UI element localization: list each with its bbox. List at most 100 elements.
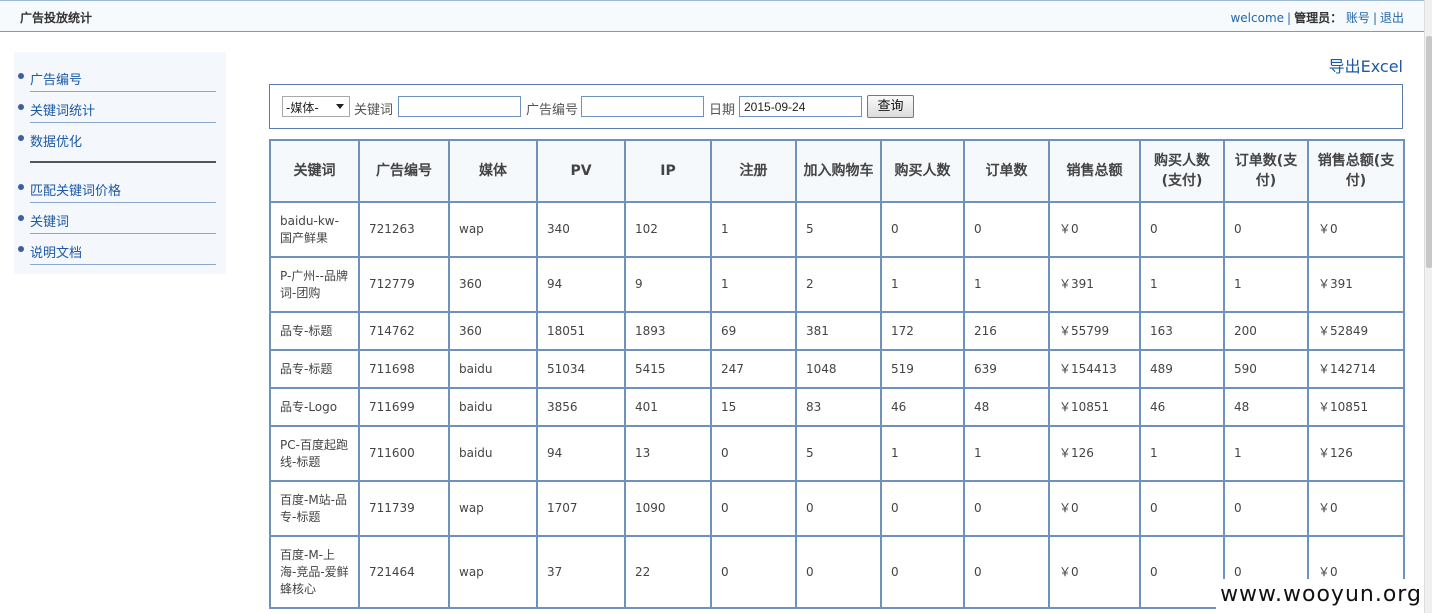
sidebar-item-docs[interactable]: 说明文档 [18, 234, 216, 265]
table-cell: 0 [1223, 480, 1309, 537]
table-cell: 721464 [358, 535, 450, 609]
table-row: 百度-M站-品专-标题 711739 wap 1707 1090 0 0 0 0 ￥0 0 0 ￥0 [269, 480, 1405, 537]
column-header: PV [536, 139, 626, 203]
table-cell: 216 [963, 311, 1050, 351]
table-cell: baidu [448, 387, 538, 427]
table-cell: 9 [624, 256, 712, 313]
sidebar-item-data-optimization[interactable]: 数据优化 [18, 123, 216, 154]
table-cell: ￥0 [1307, 201, 1405, 258]
vertical-scrollbar[interactable] [1424, 0, 1432, 613]
logout-link[interactable]: 退出 [1380, 11, 1404, 25]
welcome-link[interactable]: welcome [1230, 11, 1284, 25]
user-menu: welcome | 管理员： 账号 | 退出 [1230, 9, 1404, 26]
scrollbar-thumb[interactable] [1426, 36, 1432, 268]
table-cell: 0 [710, 480, 797, 537]
sidebar-item-keyword-stats[interactable]: 关键词统计 [18, 92, 216, 123]
table-cell: 2 [795, 256, 882, 313]
export-excel-link[interactable]: 导出Excel [1329, 53, 1403, 77]
table-cell: 712779 [358, 256, 450, 313]
table-cell: 711698 [358, 349, 450, 389]
column-header: 销售总额(支付) [1307, 139, 1405, 203]
table-cell: ￥55799 [1048, 311, 1141, 351]
table-cell: ￥154413 [1048, 349, 1141, 389]
table-cell: 48 [1223, 387, 1309, 427]
table-cell: ￥10851 [1307, 387, 1405, 427]
table-cell: 83 [795, 387, 882, 427]
table-cell: 381 [795, 311, 882, 351]
table-row: baidu-kw-国产鲜果 721263 wap 340 102 1 5 0 0 ￥0 0 0 ￥0 [269, 201, 1405, 258]
ad-id-input[interactable] [581, 96, 704, 117]
table-cell: 340 [536, 201, 626, 258]
table-cell: 1 [1223, 425, 1309, 482]
chevron-down-icon [336, 104, 344, 109]
table-cell: 1048 [795, 349, 882, 389]
table-cell: 0 [963, 201, 1050, 258]
table-cell: 0 [1139, 535, 1225, 609]
table-cell: 360 [448, 311, 538, 351]
table-cell: wap [448, 480, 538, 537]
table-cell: 5415 [624, 349, 712, 389]
bullet-icon [18, 215, 24, 221]
table-cell: ￥142714 [1307, 349, 1405, 389]
table-cell: 百度-M站-品专-标题 [269, 480, 360, 537]
sidebar-item-ad-id[interactable]: 广告编号 [18, 61, 216, 92]
table-cell: 711600 [358, 425, 450, 482]
sidebar-item-label[interactable]: 数据优化 [30, 131, 82, 150]
ad-id-label: 广告编号 [526, 103, 579, 118]
table-row: 品专-Logo 711699 baidu 3856 401 15 83 46 48 ￥10851 4… [269, 387, 1405, 427]
media-select-value: -媒体- [286, 101, 319, 115]
table-cell: 590 [1223, 349, 1309, 389]
role-label: 管理员： [1294, 11, 1343, 25]
media-select[interactable]: -媒体- [282, 96, 350, 117]
table-cell: 0 [963, 535, 1050, 609]
table-cell: 0 [710, 535, 797, 609]
table-cell: 46 [880, 387, 965, 427]
sidebar-item-label[interactable]: 说明文档 [30, 242, 82, 261]
table-cell: ￥0 [1048, 535, 1141, 609]
table-row: PC-百度起跑线-标题 711600 baidu 94 13 0 5 1 1 ￥126 1 1 ￥126 [269, 425, 1405, 482]
table-cell: 5 [795, 201, 882, 258]
date-label: 日期 [709, 103, 736, 118]
table-cell: 1 [1139, 256, 1225, 313]
table-cell: ￥0 [1048, 201, 1141, 258]
sidebar-item-label[interactable]: 广告编号 [30, 69, 82, 88]
sidebar: 广告编号 关键词统计 数据优化 匹配关键词价格 关键词 说明文档 [14, 52, 226, 274]
table-cell: 1 [710, 201, 797, 258]
table-row: 品专-标题 714762 360 18051 1893 69 381 172 216 ￥55799… [269, 311, 1405, 351]
table-cell: 1 [963, 256, 1050, 313]
watermark: www.wooyun.org [1216, 579, 1426, 611]
table-cell: 711699 [358, 387, 450, 427]
bullet-icon [18, 184, 24, 190]
column-header: 媒体 [448, 139, 538, 203]
table-cell: 69 [710, 311, 797, 351]
sidebar-item-label[interactable]: 匹配关键词价格 [30, 180, 121, 199]
column-header: 订单数(支付) [1223, 139, 1309, 203]
sidebar-item-label[interactable]: 关键词 [30, 211, 69, 230]
table-cell: 1 [1139, 425, 1225, 482]
table-cell: 1 [1223, 256, 1309, 313]
account-link[interactable]: 账号 [1346, 11, 1370, 25]
table-cell: 0 [880, 201, 965, 258]
table-cell: 1 [963, 425, 1050, 482]
table-cell: 94 [536, 425, 626, 482]
sidebar-item-match-keyword-price[interactable]: 匹配关键词价格 [18, 172, 216, 203]
table-cell: baidu-kw-国产鲜果 [269, 201, 360, 258]
table-cell: wap [448, 201, 538, 258]
table-cell: ￥10851 [1048, 387, 1141, 427]
keyword-input[interactable] [398, 96, 521, 117]
table-header-row: 关键词 广告编号 媒体 PV IP 注册 加入购物车 购买人数 订单数 销售总额 购买人数(支付) 订… [269, 139, 1405, 203]
query-button[interactable]: 查询 [867, 95, 914, 118]
table-cell: ￥391 [1048, 256, 1141, 313]
date-input[interactable] [739, 96, 862, 117]
table-cell: 0 [795, 480, 882, 537]
sidebar-item-keywords[interactable]: 关键词 [18, 203, 216, 234]
table-cell: 0 [1139, 201, 1225, 258]
table-cell: 0 [795, 535, 882, 609]
table-cell: ￥52849 [1307, 311, 1405, 351]
sidebar-item-label[interactable]: 关键词统计 [30, 100, 95, 119]
table-row: 品专-标题 711698 baidu 51034 5415 247 1048 519 639 ￥1… [269, 349, 1405, 389]
table-cell: 0 [1223, 201, 1309, 258]
table-cell: 519 [880, 349, 965, 389]
table-cell: 172 [880, 311, 965, 351]
table-cell: 0 [963, 480, 1050, 537]
